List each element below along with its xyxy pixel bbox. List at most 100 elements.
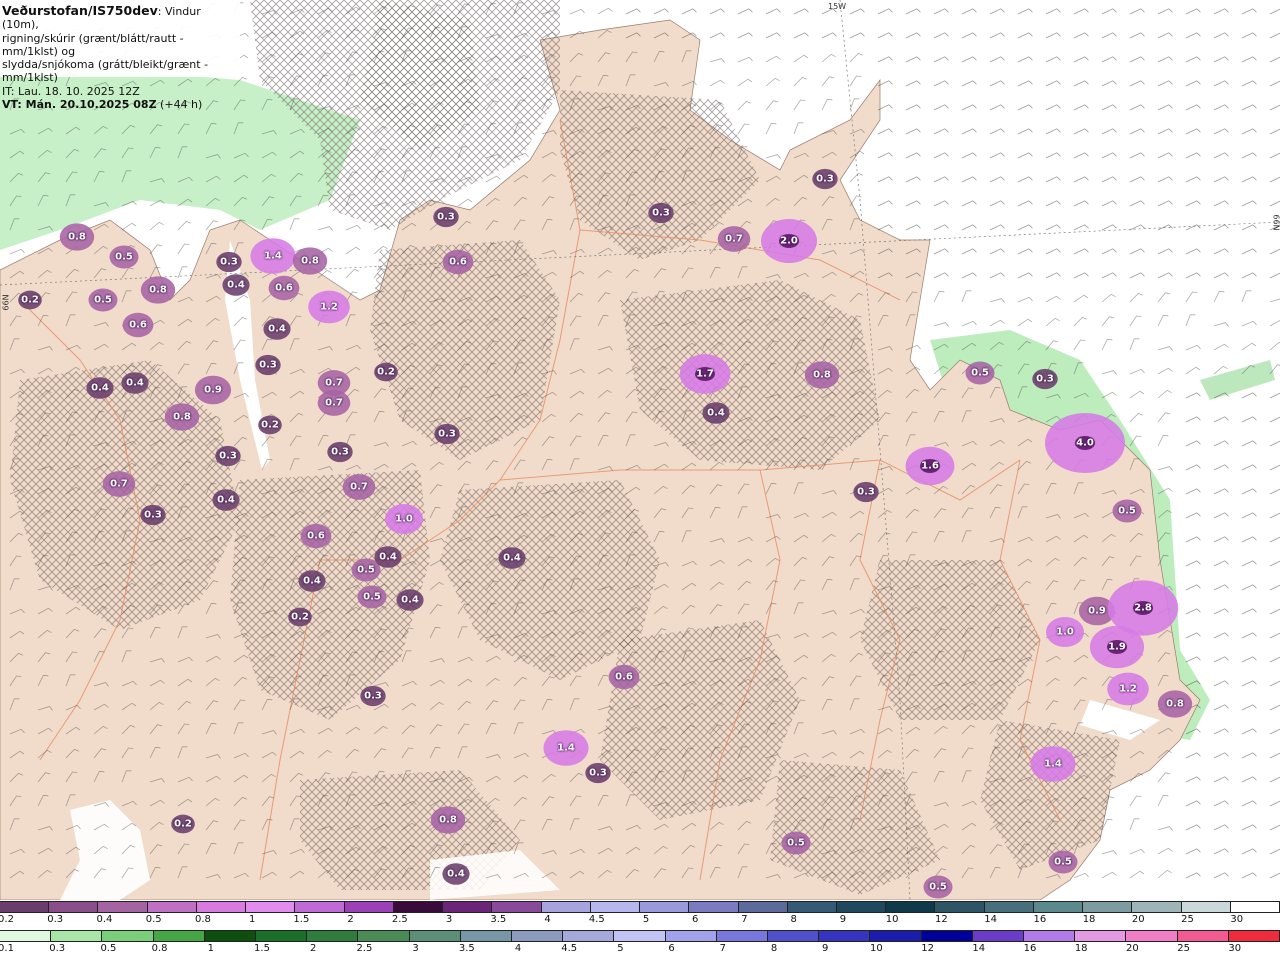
legend-swatch bbox=[153, 931, 205, 941]
legend-precip-swatches bbox=[0, 901, 1280, 913]
precip-value-label: 1.0 bbox=[395, 513, 413, 525]
precip-value-label: 0.2 bbox=[174, 818, 192, 830]
legend-tick: 1.5 bbox=[254, 943, 270, 954]
legend-swatch bbox=[1230, 902, 1280, 912]
legend-tick: 0.2 bbox=[0, 914, 14, 925]
legend-swatch bbox=[614, 931, 666, 941]
precip-value-label: 1.4 bbox=[557, 742, 575, 754]
legend-tick: 16 bbox=[1023, 943, 1037, 954]
legend-tick: 1 bbox=[248, 914, 256, 925]
legend-swatch bbox=[246, 902, 296, 912]
legend-swatch bbox=[984, 902, 1034, 912]
precip-value-label: 0.6 bbox=[615, 671, 633, 683]
precip-value-label: 1.0 bbox=[1056, 626, 1074, 638]
legend-swatch bbox=[1075, 931, 1127, 941]
precip-value-label: 0.3 bbox=[144, 509, 162, 521]
legend-swatch bbox=[886, 902, 936, 912]
legend-swatch bbox=[541, 902, 591, 912]
precip-value-label: 1.2 bbox=[1119, 683, 1137, 695]
legend-swatch bbox=[972, 931, 1025, 941]
legend-tick: 16 bbox=[1033, 914, 1047, 925]
legend-tick: 14 bbox=[984, 914, 997, 925]
legend-tick: 0.4 bbox=[96, 914, 113, 925]
legend-swatch bbox=[1177, 931, 1229, 941]
init-time: IT: Lau. 18. 10. 2025 12Z bbox=[2, 84, 140, 98]
precip-value-label: 0.4 bbox=[401, 594, 419, 606]
legend-tick: 7 bbox=[741, 914, 748, 925]
legend-snow-swatches bbox=[0, 930, 1280, 942]
legend-swatch bbox=[204, 931, 257, 941]
map-subtitle-line3: slydda/snjókoma (grátt/bleikt/grænt - mm… bbox=[2, 58, 209, 85]
legend-precip-ticks: 0.2 0.3 0.4 0.5 0.8 1 1.5 2 2.5 3 3.5 4 4.5 5 6 7 8 9 10 12… bbox=[0, 914, 1280, 928]
legend-swatch bbox=[819, 931, 871, 941]
precip-value-label: 2.8 bbox=[1134, 602, 1152, 614]
grid-label-lat-right: 66N bbox=[1271, 214, 1280, 231]
legend-tick: 0.8 bbox=[151, 943, 168, 954]
map-subtitle-line2: rigning/skúrir (grænt/blátt/rautt - mm/1… bbox=[2, 31, 184, 58]
legend-swatch bbox=[1033, 902, 1084, 912]
legend-swatch bbox=[295, 902, 345, 912]
weather-map bbox=[0, 0, 1280, 900]
precip-value-label: 0.3 bbox=[1036, 373, 1054, 385]
legend-tick: 14 bbox=[972, 943, 986, 954]
legend-tick: 8 bbox=[790, 914, 797, 925]
precip-value-label: 0.6 bbox=[129, 319, 147, 331]
precip-value-label: 1.7 bbox=[696, 368, 714, 380]
map-title: Veðurstofan/IS750dev bbox=[2, 3, 158, 18]
legend-tick: 5 bbox=[642, 914, 650, 925]
legend-tick: 30 bbox=[1230, 914, 1244, 925]
precip-value-label: 0.3 bbox=[816, 173, 834, 185]
precip-value-label: 0.4 bbox=[126, 377, 144, 389]
legend-tick: 10 bbox=[870, 943, 883, 954]
legend-tick: 2 bbox=[347, 914, 354, 925]
legend-swatch bbox=[590, 902, 641, 912]
precip-value-label: 0.8 bbox=[813, 369, 831, 381]
legend-tick: 18 bbox=[1074, 943, 1088, 954]
legend-swatch bbox=[196, 902, 247, 912]
legend-tick: 18 bbox=[1082, 914, 1096, 925]
precip-value-label: 0.9 bbox=[1088, 605, 1106, 617]
legend-swatch bbox=[0, 931, 52, 941]
legend-swatch bbox=[358, 931, 410, 941]
precip-value-label: 0.4 bbox=[91, 382, 109, 394]
precip-value-label: 0.6 bbox=[275, 282, 293, 294]
legend-swatch bbox=[256, 931, 308, 941]
legend-swatch bbox=[738, 902, 788, 912]
precip-value-label: 0.3 bbox=[589, 767, 607, 779]
legend-swatch bbox=[344, 902, 394, 912]
precip-value-label: 0.7 bbox=[350, 481, 368, 493]
legend-swatch bbox=[1228, 931, 1280, 941]
legend-tick: 0.8 bbox=[194, 914, 211, 925]
precip-value-label: 0.3 bbox=[857, 486, 875, 498]
precip-value-label: 0.3 bbox=[652, 207, 670, 219]
legend-snow-ticks: 0.1 0.3 0.5 0.8 1 1.5 2 2.5 3 3.5 4 4.5 5 6 7 8 9 10 12 14 1… bbox=[0, 943, 1280, 957]
legend-swatch bbox=[836, 902, 887, 912]
legend-tick: 1 bbox=[207, 943, 214, 954]
precip-value-label: 0.3 bbox=[259, 359, 277, 371]
legend-swatch bbox=[689, 902, 739, 912]
precip-value-label: 0.8 bbox=[1166, 698, 1184, 710]
legend-swatch bbox=[147, 902, 197, 912]
legend-tick: 12 bbox=[935, 914, 948, 925]
precip-value-label: 0.4 bbox=[227, 279, 245, 291]
legend-swatch bbox=[492, 902, 542, 912]
legend-swatch bbox=[1126, 931, 1178, 941]
precip-value-label: 4.0 bbox=[1076, 437, 1094, 449]
legend-tick: 12 bbox=[921, 943, 934, 954]
precip-value-label: 0.5 bbox=[971, 367, 989, 379]
legend-tick: 0.3 bbox=[47, 914, 64, 925]
legend-swatch bbox=[665, 931, 717, 941]
grid-label-lat-left: 66N bbox=[1, 294, 11, 311]
legend-swatch bbox=[921, 931, 973, 941]
precip-value-label: 0.5 bbox=[94, 294, 112, 306]
precip-value-label: 0.4 bbox=[707, 407, 725, 419]
precip-value-label: 1.2 bbox=[320, 301, 338, 313]
precip-value-label: 0.3 bbox=[438, 428, 456, 440]
precip-value-label: 0.4 bbox=[447, 868, 465, 880]
grid-label-lon: 15W bbox=[828, 2, 847, 11]
legend-tick: 9 bbox=[839, 914, 847, 925]
precip-value-label: 0.3 bbox=[219, 450, 237, 462]
legend-swatch bbox=[51, 931, 103, 941]
precip-value-label: 0.3 bbox=[437, 211, 455, 223]
legend-swatch bbox=[102, 931, 154, 941]
